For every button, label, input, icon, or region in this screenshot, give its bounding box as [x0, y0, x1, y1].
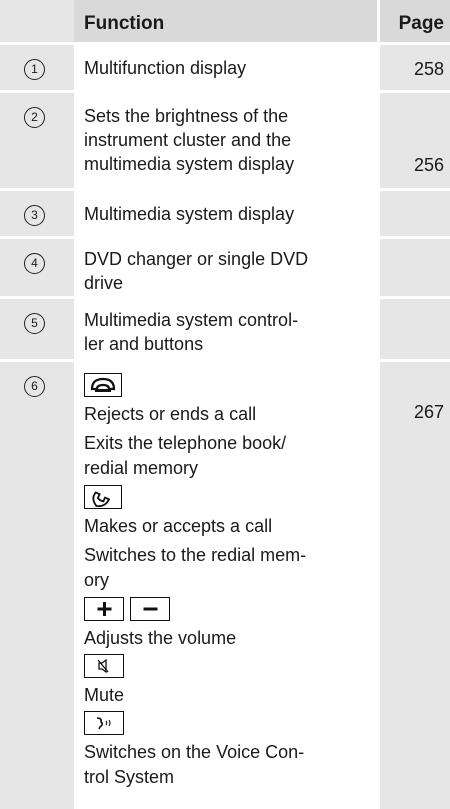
table-header: Function Page	[0, 0, 450, 45]
function-text-1: Multifunction display	[84, 58, 247, 78]
function-text-5a: Multimedia system control-	[84, 310, 299, 330]
table-row: 1 Multifunction display 258	[0, 45, 450, 93]
voice-control-text-1: Switches on the Voice Con-	[84, 742, 305, 762]
voice-control-key-icon	[84, 711, 124, 736]
function-text-4b: drive	[84, 273, 124, 293]
item-number-2: 2	[24, 107, 45, 128]
header-page: Page	[398, 13, 444, 34]
function-text-2c: multimedia system display	[84, 154, 295, 174]
mute-text: Mute	[84, 685, 125, 705]
table-row: 3 Multimedia system display	[0, 191, 450, 239]
volume-text: Adjusts the volume	[84, 628, 237, 648]
function-text-3: Multimedia system display	[84, 204, 295, 224]
function-text-2a: Sets the brightness of the	[84, 106, 289, 126]
redial-text-2: ory	[84, 570, 110, 590]
voice-control-text-2: trol System	[84, 767, 175, 787]
item-number-4: 4	[24, 253, 45, 274]
hang-up-key-icon	[84, 373, 122, 398]
page-ref-1: 258	[413, 59, 444, 79]
reject-call-text: Rejects or ends a call	[84, 404, 257, 424]
header-function: Function	[84, 13, 165, 34]
volume-up-key-icon	[84, 597, 124, 622]
redial-text-1: Switches to the redial mem-	[84, 545, 307, 565]
item-number-6: 6	[24, 376, 45, 397]
accept-call-text: Makes or accepts a call	[84, 516, 273, 536]
function-text-5b: ler and buttons	[84, 334, 204, 354]
accept-call-key-icon	[84, 485, 122, 510]
function-text-2b: instrument cluster and the	[84, 130, 292, 150]
page-ref-2: 256	[413, 155, 444, 175]
table-row: 6 Rejects or ends a call Exits the telep…	[0, 362, 450, 809]
table-row: 5 Multimedia system control- ler and but…	[0, 299, 450, 362]
page-ref-6: 267	[413, 402, 444, 422]
item-number-5: 5	[24, 313, 45, 334]
table-row: 2 Sets the brightness of the instrument …	[0, 93, 450, 191]
mute-key-icon	[84, 654, 124, 679]
function-text-4a: DVD changer or single DVD	[84, 249, 309, 269]
exit-phonebook-text-2: redial memory	[84, 458, 199, 478]
table-row: 4 DVD changer or single DVD drive	[0, 239, 450, 299]
item-number-3: 3	[24, 205, 45, 226]
volume-down-key-icon	[130, 597, 170, 622]
item-number-1: 1	[24, 59, 45, 80]
exit-phonebook-text-1: Exits the telephone book/	[84, 433, 287, 453]
